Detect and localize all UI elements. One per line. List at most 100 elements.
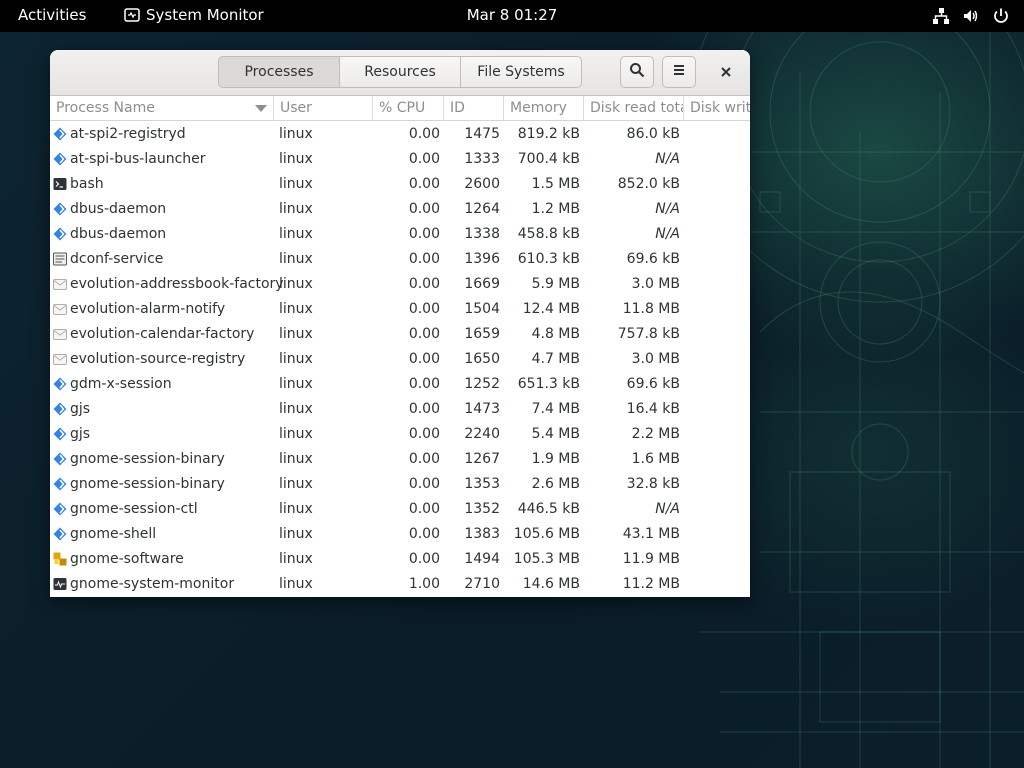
process-name: gnome-software [70, 551, 184, 567]
process-cpu: 0.00 [408, 151, 440, 167]
process-name: bash [70, 176, 104, 192]
tab-processes[interactable]: Processes [218, 56, 340, 88]
process-disk-read: N/A [655, 201, 680, 217]
network-icon [932, 7, 950, 25]
table-row[interactable]: dbus-daemon linux 0.00 1264 1.2 MB N/A [50, 197, 750, 222]
process-user: linux [279, 401, 313, 417]
process-name: gnome-session-ctl [70, 501, 198, 517]
tab-file-systems[interactable]: File Systems [460, 56, 582, 88]
process-name: gdm-x-session [70, 376, 172, 392]
process-mail-icon [53, 327, 67, 341]
process-id: 2240 [464, 426, 500, 442]
process-id: 1383 [464, 526, 500, 542]
process-diamond-icon [53, 452, 67, 466]
table-row[interactable]: gnome-session-binary linux 0.00 1353 2.6 MB 3… [50, 472, 750, 497]
column-id[interactable]: ID [444, 96, 504, 120]
column-process-name[interactable]: Process Name [50, 96, 274, 120]
process-name: gnome-session-binary [70, 451, 225, 467]
table-row[interactable]: evolution-alarm-notify linux 0.00 1504 12.4 … [50, 297, 750, 322]
process-id: 1252 [464, 376, 500, 392]
menu-button[interactable] [662, 56, 696, 88]
table-row[interactable]: gjs linux 0.00 2240 5.4 MB 2.2 MB [50, 422, 750, 447]
clock[interactable]: Mar 8 01:27 [0, 6, 1024, 24]
table-row[interactable]: gdm-x-session linux 0.00 1252 651.3 kB 69.6 k… [50, 372, 750, 397]
table-row[interactable]: gjs linux 0.00 1473 7.4 MB 16.4 kB [50, 397, 750, 422]
column-disk-read-total[interactable]: Disk read total [584, 96, 684, 120]
process-user: linux [279, 426, 313, 442]
column-disk-write[interactable]: Disk write [684, 96, 750, 120]
view-switcher: Processes Resources File Systems [218, 56, 582, 88]
process-cpu: 0.00 [408, 176, 440, 192]
process-diamond-icon [53, 502, 67, 516]
process-disk-read: 69.6 kB [626, 251, 680, 267]
table-row[interactable]: evolution-calendar-factory linux 0.00 1659 4… [50, 322, 750, 347]
process-disk-read: N/A [655, 226, 680, 242]
process-name: gnome-shell [70, 526, 157, 542]
table-row[interactable]: gnome-shell linux 0.00 1383 105.6 MB 43.1 MB [50, 522, 750, 547]
system-tray[interactable] [932, 7, 1010, 25]
table-row[interactable]: at-spi-bus-launcher linux 0.00 1333 700.4 kB… [50, 147, 750, 172]
table-row[interactable]: gnome-session-binary linux 0.00 1267 1.9 MB 1… [50, 447, 750, 472]
table-row[interactable]: gnome-system-monitor linux 1.00 2710 14.6 MB… [50, 572, 750, 597]
process-id: 1353 [464, 476, 500, 492]
process-id: 1669 [464, 276, 500, 292]
process-disk-read: 757.8 kB [617, 326, 680, 342]
column-process-name-label: Process Name [56, 100, 155, 116]
column-disk-read-label: Disk read total [590, 100, 684, 116]
process-sysmon-icon [53, 577, 67, 591]
process-user: linux [279, 451, 313, 467]
table-row[interactable]: evolution-source-registry linux 0.00 1650 4.… [50, 347, 750, 372]
process-memory: 1.9 MB [531, 451, 580, 467]
process-cpu: 0.00 [408, 451, 440, 467]
column-cpu[interactable]: % CPU [373, 96, 444, 120]
process-memory: 7.4 MB [531, 401, 580, 417]
close-button[interactable] [714, 60, 738, 84]
process-disk-read: 2.2 MB [631, 426, 680, 442]
process-name: at-spi2-registryd [70, 126, 186, 142]
table-row[interactable]: dconf-service linux 0.00 1396 610.3 kB 69.6 k… [50, 247, 750, 272]
table-row[interactable]: gnome-session-ctl linux 0.00 1352 446.5 kB N/… [50, 497, 750, 522]
process-name: dbus-daemon [70, 201, 167, 217]
tab-resources[interactable]: Resources [339, 56, 461, 88]
process-disk-read: 86.0 kB [626, 126, 680, 142]
process-disk-read: 3.0 MB [631, 351, 680, 367]
process-disk-read: 3.0 MB [631, 276, 680, 292]
process-disk-read: 852.0 kB [617, 176, 680, 192]
process-id: 1473 [464, 401, 500, 417]
process-cpu: 0.00 [408, 326, 440, 342]
process-mail-icon [53, 302, 67, 316]
process-cpu: 0.00 [408, 376, 440, 392]
process-name: evolution-source-registry [70, 351, 246, 367]
process-user: linux [279, 476, 313, 492]
process-cpu: 0.00 [408, 251, 440, 267]
close-icon [720, 63, 732, 82]
process-disk-read: N/A [655, 151, 680, 167]
process-disk-read: 16.4 kB [626, 401, 680, 417]
process-user: linux [279, 276, 313, 292]
process-memory: 4.8 MB [531, 326, 580, 342]
column-memory[interactable]: Memory [504, 96, 584, 120]
table-row[interactable]: bash linux 0.00 2600 1.5 MB 852.0 kB [50, 172, 750, 197]
process-software-icon [53, 552, 67, 566]
table-row[interactable]: evolution-addressbook-factory linux 0.00 16… [50, 272, 750, 297]
volume-icon [962, 7, 980, 25]
process-memory: 105.3 MB [513, 551, 580, 567]
process-memory: 14.6 MB [522, 576, 580, 592]
process-diamond-icon [53, 527, 67, 541]
process-memory: 2.6 MB [531, 476, 580, 492]
table-row[interactable]: dbus-daemon linux 0.00 1338 458.8 kB N/A [50, 222, 750, 247]
table-row[interactable]: gnome-software linux 0.00 1494 105.3 MB 11.9 … [50, 547, 750, 572]
process-cpu: 0.00 [408, 501, 440, 517]
process-memory: 458.8 kB [517, 226, 580, 242]
process-user: linux [279, 576, 313, 592]
process-name: evolution-calendar-factory [70, 326, 255, 342]
search-button[interactable] [620, 56, 654, 88]
process-memory: 819.2 kB [517, 126, 580, 142]
column-user[interactable]: User [274, 96, 373, 120]
process-name: gjs [70, 401, 91, 417]
process-name: evolution-alarm-notify [70, 301, 226, 317]
table-row[interactable]: at-spi2-registryd linux 0.00 1475 819.2 kB 86… [50, 122, 750, 147]
column-memory-label: Memory [510, 100, 567, 116]
process-user: linux [279, 126, 313, 142]
process-diamond-icon [53, 127, 67, 141]
